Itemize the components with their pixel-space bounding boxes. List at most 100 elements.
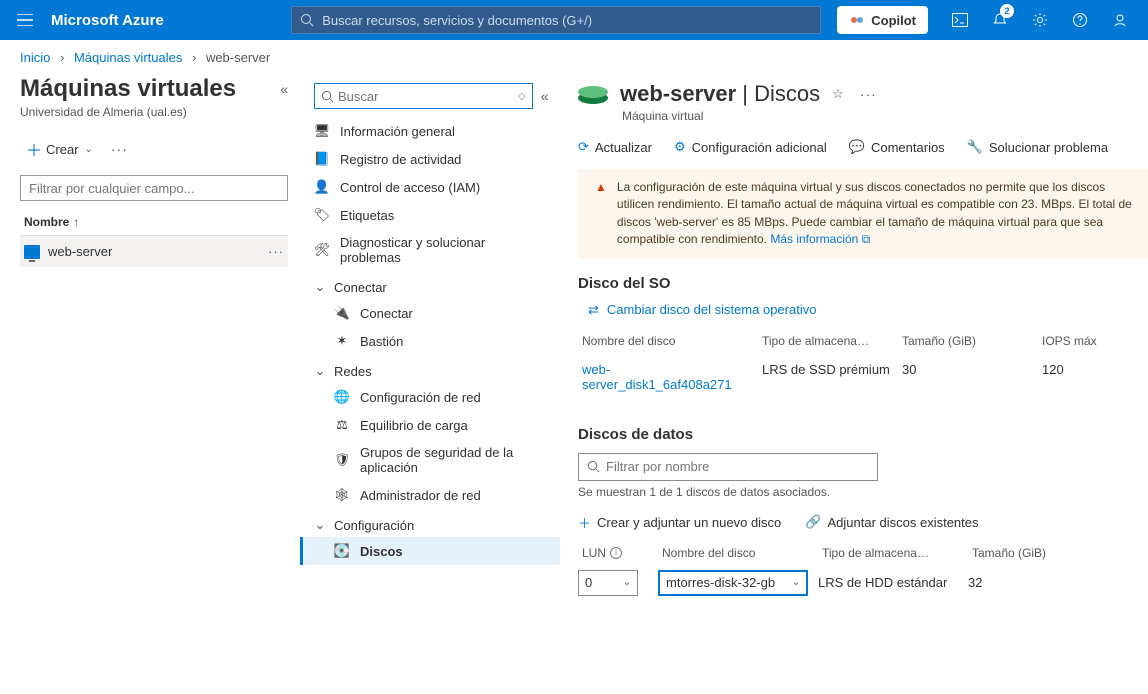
additional-config-button[interactable]: ⚙Configuración adicional — [674, 139, 827, 155]
os-disk-iops: 120 — [1038, 354, 1128, 400]
hamburger-icon[interactable] — [8, 0, 43, 40]
balance-icon: ⚖ — [334, 417, 350, 433]
menu-overview[interactable]: 🖥Información general — [300, 117, 560, 145]
menu-group-connect[interactable]: ⌄Conectar — [300, 271, 560, 299]
info-icon[interactable]: i — [610, 547, 622, 559]
menu-network-config[interactable]: 🌐Configuración de red — [300, 383, 560, 411]
warning-more-info-link[interactable]: Más información — [770, 232, 858, 246]
menu-group-settings[interactable]: ⌄Configuración — [300, 509, 560, 537]
os-col-name[interactable]: Nombre del disco — [578, 328, 758, 354]
settings-icon[interactable] — [1020, 0, 1060, 40]
resource-type-label: Máquina virtual — [622, 109, 1148, 123]
dd-col-size[interactable]: Tamaño (GiB) — [968, 544, 1078, 562]
create-button[interactable]: ＋ Crear ⌄ — [20, 133, 99, 165]
lun-select[interactable]: 0⌄ — [578, 570, 638, 596]
menu-tags[interactable]: 🏷Etiquetas — [300, 201, 560, 229]
menu-bastion[interactable]: ✶Bastión — [300, 327, 560, 355]
breadcrumb: Inicio › Máquinas virtuales › web-server — [0, 40, 1148, 71]
plus-icon: ＋ — [578, 513, 591, 532]
bastion-icon: ✶ — [334, 333, 350, 349]
toolbar: ⟳Actualizar ⚙Configuración adicional 💬Co… — [578, 139, 1148, 155]
data-disk-size: 32 — [968, 575, 1078, 590]
menu-group-networking[interactable]: ⌄Redes — [300, 355, 560, 383]
vm-list-row[interactable]: web-server ··· — [20, 236, 288, 267]
os-disk-type: LRS de SSD prémium — [758, 354, 898, 400]
disks-content: web-server | Discos ☆ ··· Máquina virtua… — [560, 71, 1148, 693]
resource-title: web-server | Discos — [620, 81, 820, 107]
tag-icon: 🏷 — [314, 207, 330, 223]
vm-list-panel: Máquinas virtuales « Universidad de Alme… — [0, 71, 300, 693]
data-disk-type: LRS de HDD estándar — [818, 575, 968, 590]
more-commands-icon[interactable]: ··· — [107, 137, 132, 161]
os-col-type[interactable]: Tipo de almacena… — [758, 328, 898, 354]
person-icon: 👤 — [314, 179, 330, 195]
os-col-size[interactable]: Tamaño (GiB) — [898, 328, 1038, 354]
troubleshoot-button[interactable]: 🔧Solucionar problema — [967, 139, 1108, 155]
shield-icon: 🛡 — [334, 452, 350, 468]
os-disk-section-title: Disco del SO — [578, 275, 1148, 292]
menu-asg[interactable]: 🛡Grupos de seguridad de la aplicación — [300, 439, 560, 481]
favorite-icon[interactable]: ☆ — [832, 86, 844, 102]
dd-col-name[interactable]: Nombre del disco — [658, 544, 818, 562]
warning-icon: ▲ — [595, 179, 607, 249]
top-bar: Microsoft Azure Buscar recursos, servici… — [0, 0, 1148, 40]
notifications-icon[interactable]: 2 — [980, 0, 1020, 40]
row-more-icon[interactable]: ··· — [268, 244, 284, 259]
collapse-menu-icon[interactable]: « — [541, 88, 549, 104]
help-icon[interactable] — [1060, 0, 1100, 40]
feedback-icon[interactable] — [1100, 0, 1140, 40]
log-icon: 📘 — [314, 151, 330, 167]
refresh-button[interactable]: ⟳Actualizar — [578, 139, 652, 155]
breadcrumb-current: web-server — [206, 50, 270, 65]
network-icon: 🕸 — [334, 487, 350, 503]
data-disks-section-title: Discos de datos — [578, 426, 1148, 443]
os-col-iops[interactable]: IOPS máx — [1038, 328, 1128, 354]
menu-load-balancer[interactable]: ⚖Equilibrio de carga — [300, 411, 560, 439]
os-disk-name-link[interactable]: web-server_disk1_6af408a271 — [578, 354, 758, 400]
resource-menu: ◇ « 🖥Información general 📘Registro de ac… — [300, 71, 560, 693]
swap-os-disk-link[interactable]: ⇄ Cambiar disco del sistema operativo — [588, 302, 1148, 318]
column-header-name[interactable]: Nombre ↑ — [20, 209, 288, 236]
comment-icon: 💬 — [849, 139, 865, 155]
wrench-icon: 🔧 — [967, 139, 983, 155]
attach-icon: 🔗 — [805, 514, 821, 530]
collapse-left-icon[interactable]: « — [280, 81, 288, 97]
page-title: Máquinas virtuales — [20, 75, 236, 103]
disks-icon: 💽 — [334, 543, 350, 559]
performance-warning: ▲ La configuración de este máquina virtu… — [578, 169, 1148, 259]
menu-iam[interactable]: 👤Control de acceso (IAM) — [300, 173, 560, 201]
disk-header-icon — [578, 82, 608, 106]
brand-label[interactable]: Microsoft Azure — [51, 12, 164, 29]
breadcrumb-home[interactable]: Inicio — [20, 50, 50, 65]
dd-col-type[interactable]: Tipo de almacena… — [818, 544, 968, 562]
data-disk-filter[interactable] — [578, 453, 878, 481]
attach-existing-disk-button[interactable]: 🔗Adjuntar discos existentes — [805, 514, 978, 530]
plug-icon: 🔌 — [334, 305, 350, 321]
tools-icon: 🛠 — [314, 242, 330, 258]
breadcrumb-vms[interactable]: Máquinas virtuales — [74, 50, 182, 65]
data-disks-count-label: Se muestran 1 de 1 discos de datos asoci… — [578, 485, 1148, 499]
vm-filter-input[interactable] — [20, 175, 288, 201]
copilot-button[interactable]: Copilot — [837, 6, 928, 34]
dd-col-lun[interactable]: LUNi — [578, 544, 658, 562]
monitor-icon: 🖥 — [314, 123, 330, 139]
vm-row-name: web-server — [48, 244, 112, 259]
menu-activity-log[interactable]: 📘Registro de actividad — [300, 145, 560, 173]
menu-disks[interactable]: 💽Discos — [300, 537, 560, 565]
os-disk-table: Nombre del disco Tipo de almacena… Tamañ… — [578, 328, 1148, 400]
disk-name-select[interactable]: mtorres-disk-32-gb⌄ — [658, 570, 808, 596]
os-disk-size: 30 — [898, 354, 1038, 400]
notification-badge: 2 — [1000, 4, 1014, 18]
menu-network-admin[interactable]: 🕸Administrador de red — [300, 481, 560, 509]
menu-search[interactable]: ◇ — [314, 83, 533, 109]
menu-diagnose[interactable]: 🛠Diagnosticar y solucionar problemas — [300, 229, 560, 271]
tenant-label: Universidad de Almeria (ual.es) — [20, 105, 288, 119]
data-disk-table: LUNi Nombre del disco Tipo de almacena… … — [578, 544, 1148, 596]
feedback-button[interactable]: 💬Comentarios — [849, 139, 945, 155]
create-attach-disk-button[interactable]: ＋Crear y adjuntar un nuevo disco — [578, 513, 781, 532]
title-more-icon[interactable]: ··· — [856, 82, 881, 106]
refresh-icon: ⟳ — [578, 139, 589, 155]
cloud-shell-icon[interactable] — [940, 0, 980, 40]
menu-connect[interactable]: 🔌Conectar — [300, 299, 560, 327]
global-search[interactable]: Buscar recursos, servicios y documentos … — [291, 6, 821, 34]
